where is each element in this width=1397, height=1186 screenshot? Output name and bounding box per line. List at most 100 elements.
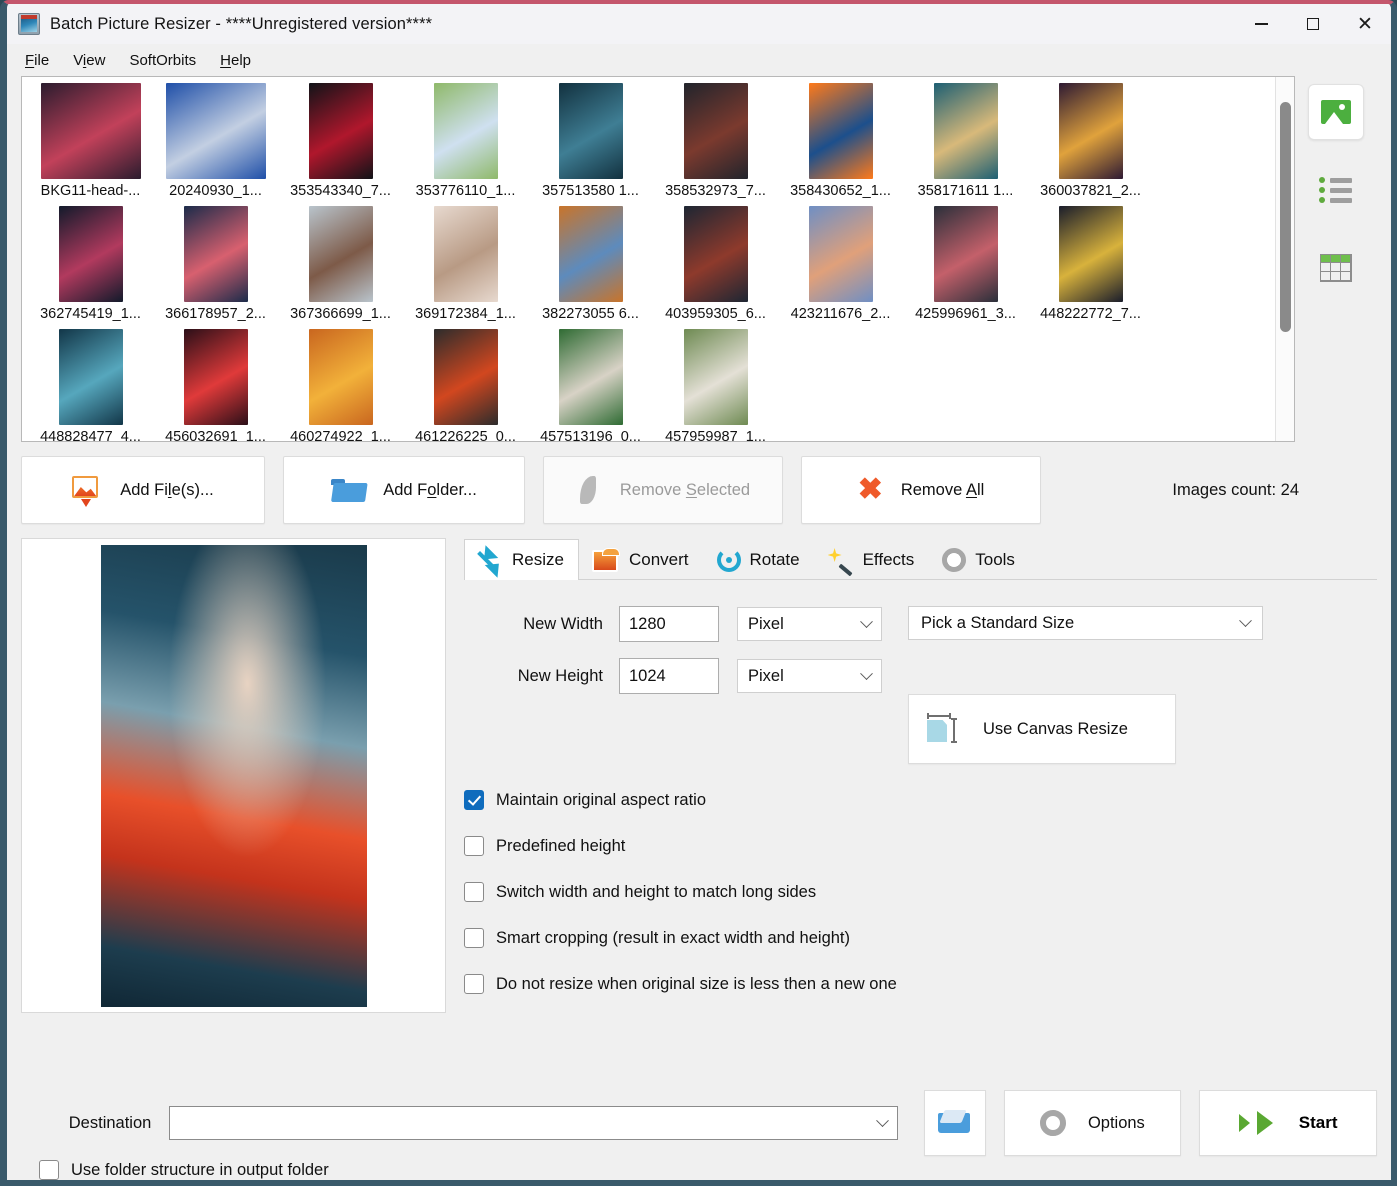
tab-resize[interactable]: Resize — [464, 539, 579, 580]
resize-option-checkbox[interactable] — [464, 974, 484, 994]
add-files-button[interactable]: Add File(s)... — [21, 456, 265, 524]
thumbnail-item[interactable]: 353776110_1... — [403, 83, 528, 206]
resize-option-checkbox[interactable] — [464, 928, 484, 948]
thumbnail-item[interactable]: 461226225_0... — [403, 329, 528, 441]
thumbnail-label: 425996961_3... — [915, 306, 1016, 322]
thumbnail-label: 382273055 6... — [542, 306, 639, 322]
thumbnail-item[interactable]: 357513580 1... — [528, 83, 653, 206]
resize-option-row[interactable]: Switch width and height to match long si… — [464, 882, 1377, 902]
gear-icon — [1039, 1110, 1066, 1136]
chevron-down-icon — [1239, 613, 1252, 627]
options-button[interactable]: Options — [1003, 1090, 1182, 1156]
resize-option-row[interactable]: Predefined height — [464, 836, 1377, 856]
thumbnail-image — [291, 206, 391, 302]
thumbnail-item[interactable]: 369172384_1... — [403, 206, 528, 329]
minimize-button[interactable] — [1235, 4, 1287, 44]
thumbnail-image — [791, 83, 891, 179]
thumbnail-item[interactable]: 457959987_1... — [653, 329, 778, 441]
use-canvas-resize-button[interactable]: Use Canvas Resize — [908, 694, 1176, 764]
thumbnail-picture — [183, 206, 248, 302]
thumbnail-item[interactable]: 367366699_1... — [278, 206, 403, 329]
thumbnail-label: 353543340_7... — [290, 183, 391, 199]
thumbnail-item[interactable]: 448828477_4... — [28, 329, 153, 441]
resize-option-checkbox[interactable] — [464, 836, 484, 856]
thumbnail-grid: BKG11-head-... 20240930_1... 353543340_7..… — [22, 77, 1274, 441]
add-files-label: Add File(s)... — [120, 480, 214, 499]
thumbnail-item[interactable]: 423211676_2... — [778, 206, 903, 329]
new-width-input[interactable] — [619, 606, 719, 642]
thumbnail-image — [291, 329, 391, 425]
thumbnail-picture — [433, 83, 498, 179]
menu-view[interactable]: View — [61, 48, 117, 73]
standard-size-select[interactable]: Pick a Standard Size — [908, 606, 1263, 640]
thumbnail-item[interactable]: 382273055 6... — [528, 206, 653, 329]
browse-destination-button[interactable] — [924, 1090, 986, 1156]
start-button[interactable]: Start — [1199, 1090, 1377, 1156]
thumbnail-item[interactable]: 460274922_1... — [278, 329, 403, 441]
thumbnail-image — [916, 206, 1016, 302]
add-folder-button[interactable]: Add Folder... — [283, 456, 525, 524]
menu-help[interactable]: Help — [208, 48, 263, 73]
resize-option-label: Predefined height — [496, 836, 626, 855]
thumbnail-item[interactable]: 403959305_6... — [653, 206, 778, 329]
maximize-button[interactable] — [1287, 4, 1339, 44]
tab-tools[interactable]: Tools — [929, 539, 1030, 580]
thumbnail-scrollbar-thumb[interactable] — [1279, 102, 1291, 332]
thumbnail-item[interactable]: 366178957_2... — [153, 206, 278, 329]
thumbnail-item[interactable]: BKG11-head-... — [28, 83, 153, 206]
new-width-label: New Width — [523, 614, 603, 633]
close-button[interactable]: ✕ — [1339, 4, 1391, 44]
thumbnail-scrollbar[interactable] — [1274, 77, 1294, 441]
window-title: Batch Picture Resizer - ****Unregistered… — [50, 14, 433, 33]
thumbnail-picture — [558, 83, 623, 179]
folder-icon — [331, 477, 365, 503]
thumbnail-label: 457513196_0... — [540, 429, 641, 442]
resize-option-checkbox[interactable] — [464, 790, 484, 810]
resize-option-row[interactable]: Do not resize when original size is less… — [464, 974, 1377, 994]
selected-image-preview[interactable] — [21, 538, 446, 1013]
thumbnail-item[interactable]: 360037821_2... — [1028, 83, 1153, 206]
bottom-bar: Destination Options Start Use folder str… — [7, 1090, 1391, 1180]
resize-option-row[interactable]: Smart cropping (result in exact width an… — [464, 928, 1377, 948]
use-folder-structure-row[interactable]: Use folder structure in output folder — [21, 1154, 1377, 1180]
new-height-unit-select[interactable]: Pixel — [737, 659, 882, 693]
thumbnail-image — [41, 329, 141, 425]
tab-convert[interactable]: Convert — [579, 539, 704, 580]
thumbnail-item[interactable]: 362745419_1... — [28, 206, 153, 329]
view-mode-details[interactable] — [1308, 240, 1364, 296]
thumbnail-picture — [683, 206, 748, 302]
menu-file[interactable]: FFileile — [13, 48, 61, 73]
remove-all-button[interactable]: ✖ Remove All — [801, 456, 1041, 524]
thumbnail-item[interactable]: 456032691_1... — [153, 329, 278, 441]
thumbnail-item[interactable]: 358532973_7... — [653, 83, 778, 206]
thumbnail-picture — [558, 329, 623, 425]
thumbnail-item[interactable]: 358171611 1... — [903, 83, 1028, 206]
new-height-input[interactable] — [619, 658, 719, 694]
destination-input[interactable] — [169, 1106, 899, 1140]
tab-rotate-label: Rotate — [749, 550, 800, 569]
use-folder-structure-checkbox[interactable] — [39, 1160, 59, 1180]
view-mode-list[interactable] — [1308, 162, 1364, 218]
new-width-unit-select[interactable]: Pixel — [737, 607, 882, 641]
thumbnail-item[interactable]: 358430652_1... — [778, 83, 903, 206]
thumbnail-image — [541, 83, 641, 179]
thumbnail-item[interactable]: 457513196_0... — [528, 329, 653, 442]
thumbnail-label: 403959305_6... — [665, 306, 766, 322]
new-height-unit-value: Pixel — [748, 666, 784, 685]
resize-option-row[interactable]: Maintain original aspect ratio — [464, 790, 1377, 810]
tab-effects[interactable]: Effects — [815, 539, 930, 580]
view-mode-thumbnails[interactable] — [1307, 84, 1364, 140]
thumbnail-list-panel[interactable]: BKG11-head-... 20240930_1... 353543340_7..… — [21, 76, 1295, 442]
resize-option-label: Switch width and height to match long si… — [496, 882, 817, 901]
thumbnail-item[interactable]: 353543340_7... — [278, 83, 403, 206]
use-canvas-resize-label: Use Canvas Resize — [983, 719, 1128, 738]
thumbnail-item[interactable]: 425996961_3... — [903, 206, 1028, 329]
menu-softorbits[interactable]: SoftOrbits — [117, 48, 208, 73]
thumbnail-item[interactable]: 448222772_7... — [1028, 206, 1153, 329]
resize-option-checkbox[interactable] — [464, 882, 484, 902]
thumbnail-item[interactable]: 20240930_1... — [153, 83, 278, 206]
start-label: Start — [1298, 1113, 1338, 1132]
title-bar: Batch Picture Resizer - ****Unregistered… — [7, 4, 1391, 44]
tab-rotate[interactable]: Rotate — [704, 539, 815, 580]
cross-icon: ✖ — [857, 473, 883, 506]
